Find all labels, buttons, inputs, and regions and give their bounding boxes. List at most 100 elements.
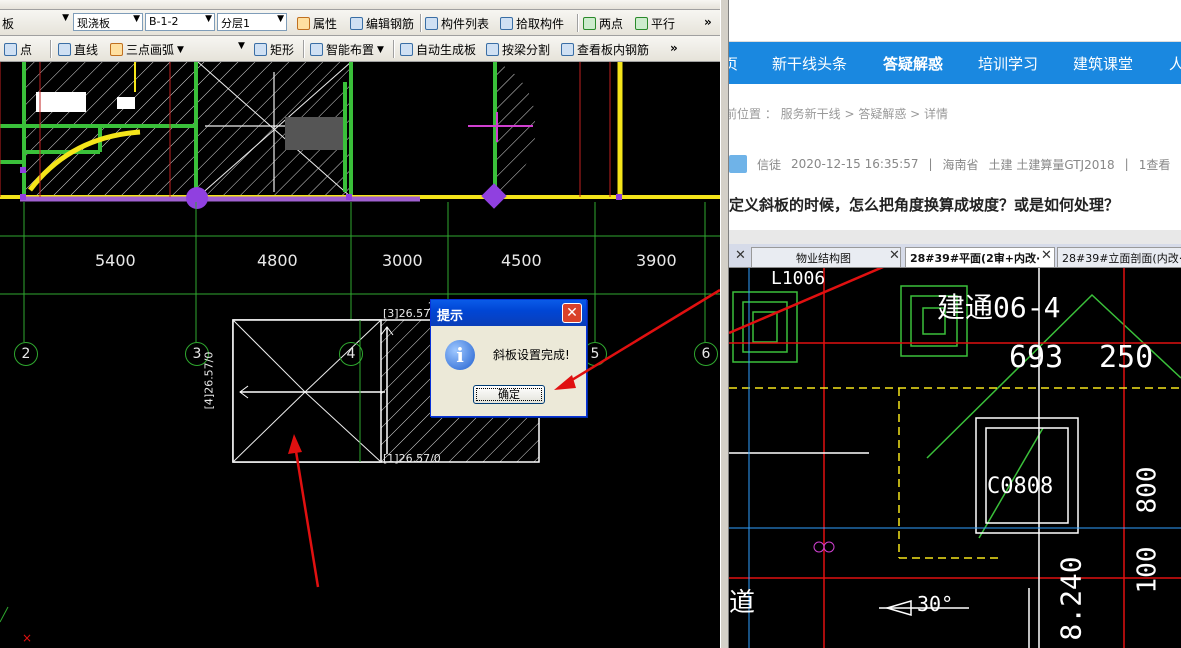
- category: 土建 土建算量GTJ2018: [988, 157, 1115, 172]
- toolbar-overflow-button[interactable]: »: [704, 15, 712, 29]
- drawing-text: 250: [1099, 340, 1154, 375]
- drawing-text: 693: [1009, 340, 1064, 375]
- drawing-text: C0808: [987, 474, 1054, 499]
- toolbar-separator: [50, 40, 52, 58]
- cad-app: 板 ▼ 现浇板 ▼ B-1-2 ▼ 分层1 ▼ 属性 编辑钢筋 构件列表 拾取构件 两…: [0, 0, 720, 648]
- nav-item-classroom[interactable]: 建筑课堂: [1073, 53, 1133, 74]
- avatar: [729, 155, 747, 173]
- slab-slope-label: [1]26.57/0: [383, 452, 441, 465]
- chevron-down-icon: ▼: [205, 14, 212, 24]
- rect-icon: [254, 43, 267, 56]
- chevron-down-icon[interactable]: ▼: [238, 41, 245, 51]
- edit-rebar-button[interactable]: 编辑钢筋: [350, 15, 414, 32]
- info-icon: i: [445, 340, 475, 370]
- region: 海南省: [942, 157, 979, 172]
- auto-generate-button[interactable]: 自动生成板: [400, 41, 476, 58]
- embedded-screenshot: ✕ 物业结构图 ✕ 28#39#平面(2审+内改· ✕ 28#39#立面剖面(内…: [729, 230, 1181, 648]
- chevron-down-icon: ▼: [277, 14, 284, 24]
- two-points-button[interactable]: 两点: [583, 15, 623, 32]
- two-points-icon: [583, 17, 596, 30]
- annotation-arrow: [554, 288, 720, 390]
- meta-separator: |: [1124, 157, 1129, 171]
- chevron-down-icon: ▼: [177, 44, 184, 55]
- embedded-toolbar: [729, 230, 1181, 244]
- parallel-button[interactable]: 平行: [635, 15, 675, 32]
- ok-button[interactable]: 确定: [473, 385, 545, 404]
- drawing-text: 100: [1132, 546, 1163, 594]
- axis-marker: 4: [339, 342, 363, 366]
- dimension-label: 5400: [95, 251, 136, 270]
- close-icon[interactable]: ✕: [1041, 248, 1052, 263]
- properties-button[interactable]: 属性: [297, 15, 337, 32]
- axis-marker: 2: [14, 342, 38, 366]
- component-toolbar: 板 ▼ 现浇板 ▼ B-1-2 ▼ 分层1 ▼ 属性 编辑钢筋 构件列表 拾取构件 两…: [0, 10, 720, 36]
- smart-layout-button[interactable]: 智能布置 ▼: [310, 41, 384, 58]
- drawing-text: 8.240: [1054, 556, 1088, 641]
- component-name-combo[interactable]: B-1-2 ▼: [145, 13, 215, 31]
- point-button[interactable]: 点: [4, 41, 32, 58]
- toolbar-separator: [393, 40, 395, 58]
- browser-bar: [729, 0, 1181, 42]
- parallel-icon: [635, 17, 648, 30]
- nav-item-people[interactable]: 人: [1169, 53, 1181, 74]
- author-name[interactable]: 信徒: [757, 156, 781, 173]
- draw-toolbar: 点 直线 三点画弧 ▼ ▼ 矩形 智能布置 ▼ 自动生成板 按梁分割 查看板内钢筋 …: [0, 36, 720, 62]
- embedded-tab[interactable]: 物业结构图: [751, 247, 901, 267]
- embedded-tabs: ✕ 物业结构图 ✕ 28#39#平面(2审+内改· ✕ 28#39#立面剖面(内…: [729, 244, 1181, 268]
- close-icon[interactable]: ✕: [889, 248, 900, 263]
- smart-layout-icon: [310, 43, 323, 56]
- panel-splitter[interactable]: [720, 0, 729, 648]
- toolbar-overflow-button[interactable]: »: [670, 41, 678, 55]
- view-rebar-button[interactable]: 查看板内钢筋: [561, 41, 649, 58]
- breadcrumb: 前位置 ： 服务新干线 > 答疑解惑 > 详情: [729, 107, 948, 121]
- nav-item-headlines[interactable]: 新干线头条: [772, 53, 847, 74]
- line-icon: [58, 43, 71, 56]
- site-nav: 页 新干线头条 答疑解惑 培训学习 建筑课堂 人: [729, 42, 1181, 84]
- close-icon[interactable]: ✕: [735, 248, 746, 263]
- split-icon: [486, 43, 499, 56]
- post-date: 2020-12-15 16:35:57: [791, 157, 919, 171]
- slab-hatch: [497, 62, 536, 197]
- nav-item-training[interactable]: 培训学习: [978, 53, 1038, 74]
- arc-icon: [110, 43, 123, 56]
- arc-button[interactable]: 三点画弧 ▼: [110, 41, 184, 58]
- toolbar-separator: [303, 40, 305, 58]
- auto-generate-icon: [400, 43, 413, 56]
- drawing-text: 30°: [917, 592, 954, 616]
- toolbar-separator: [420, 14, 422, 32]
- pick-component-button[interactable]: 拾取构件: [500, 15, 564, 32]
- rect-button[interactable]: 矩形: [254, 41, 294, 58]
- meta-separator: |: [928, 157, 933, 171]
- question-meta: 信徒 2020-12-15 16:35:57 | 海南省 土建 土建算量GTJ2…: [729, 155, 1170, 173]
- list-icon: [425, 17, 438, 30]
- slab-slope-label: [4]26.57/0: [202, 351, 216, 410]
- toolbar-separator: [577, 14, 579, 32]
- properties-icon: [297, 17, 310, 30]
- line-button[interactable]: 直线: [58, 41, 98, 58]
- drawing-text: L1006: [771, 268, 826, 289]
- web-page: 页 新干线头条 答疑解惑 培训学习 建筑课堂 人 前位置 ： 服务新干线 > 答…: [729, 0, 1181, 648]
- cast-type-combo[interactable]: 现浇板 ▼: [73, 13, 143, 31]
- view-rebar-icon: [561, 43, 574, 56]
- dialog-title: 提示: [437, 309, 464, 324]
- plate-type-combo[interactable]: ▼: [1, 13, 71, 31]
- drawing-text: 建通06-4: [937, 291, 1061, 324]
- drawing-text: 800: [1132, 466, 1163, 514]
- embedded-tab[interactable]: 28#39#立面剖面(内改·: [1057, 247, 1181, 267]
- pick-icon: [500, 17, 513, 30]
- split-by-beam-button[interactable]: 按梁分割: [486, 41, 550, 58]
- svg-text:×: ×: [22, 631, 32, 645]
- dimension-label: 4500: [501, 251, 542, 270]
- layer-combo[interactable]: 分层1 ▼: [217, 13, 287, 31]
- embedded-tab-active[interactable]: 28#39#平面(2审+内改·: [905, 247, 1055, 267]
- component-list-button[interactable]: 构件列表: [425, 15, 489, 32]
- view-count: 1查看: [1138, 157, 1171, 172]
- drawing-text: 道: [729, 588, 756, 618]
- nav-item-home[interactable]: 页: [729, 53, 738, 74]
- question-title: 定义斜板的时候，怎么把角度换算成坡度？或是如何处理？: [729, 196, 1120, 214]
- top-toolbar-clipped: [0, 0, 720, 10]
- dimension-label: 4800: [257, 251, 298, 270]
- edit-rebar-icon: [350, 17, 363, 30]
- chevron-down-icon: ▼: [377, 44, 384, 55]
- nav-item-qa[interactable]: 答疑解惑: [883, 53, 943, 74]
